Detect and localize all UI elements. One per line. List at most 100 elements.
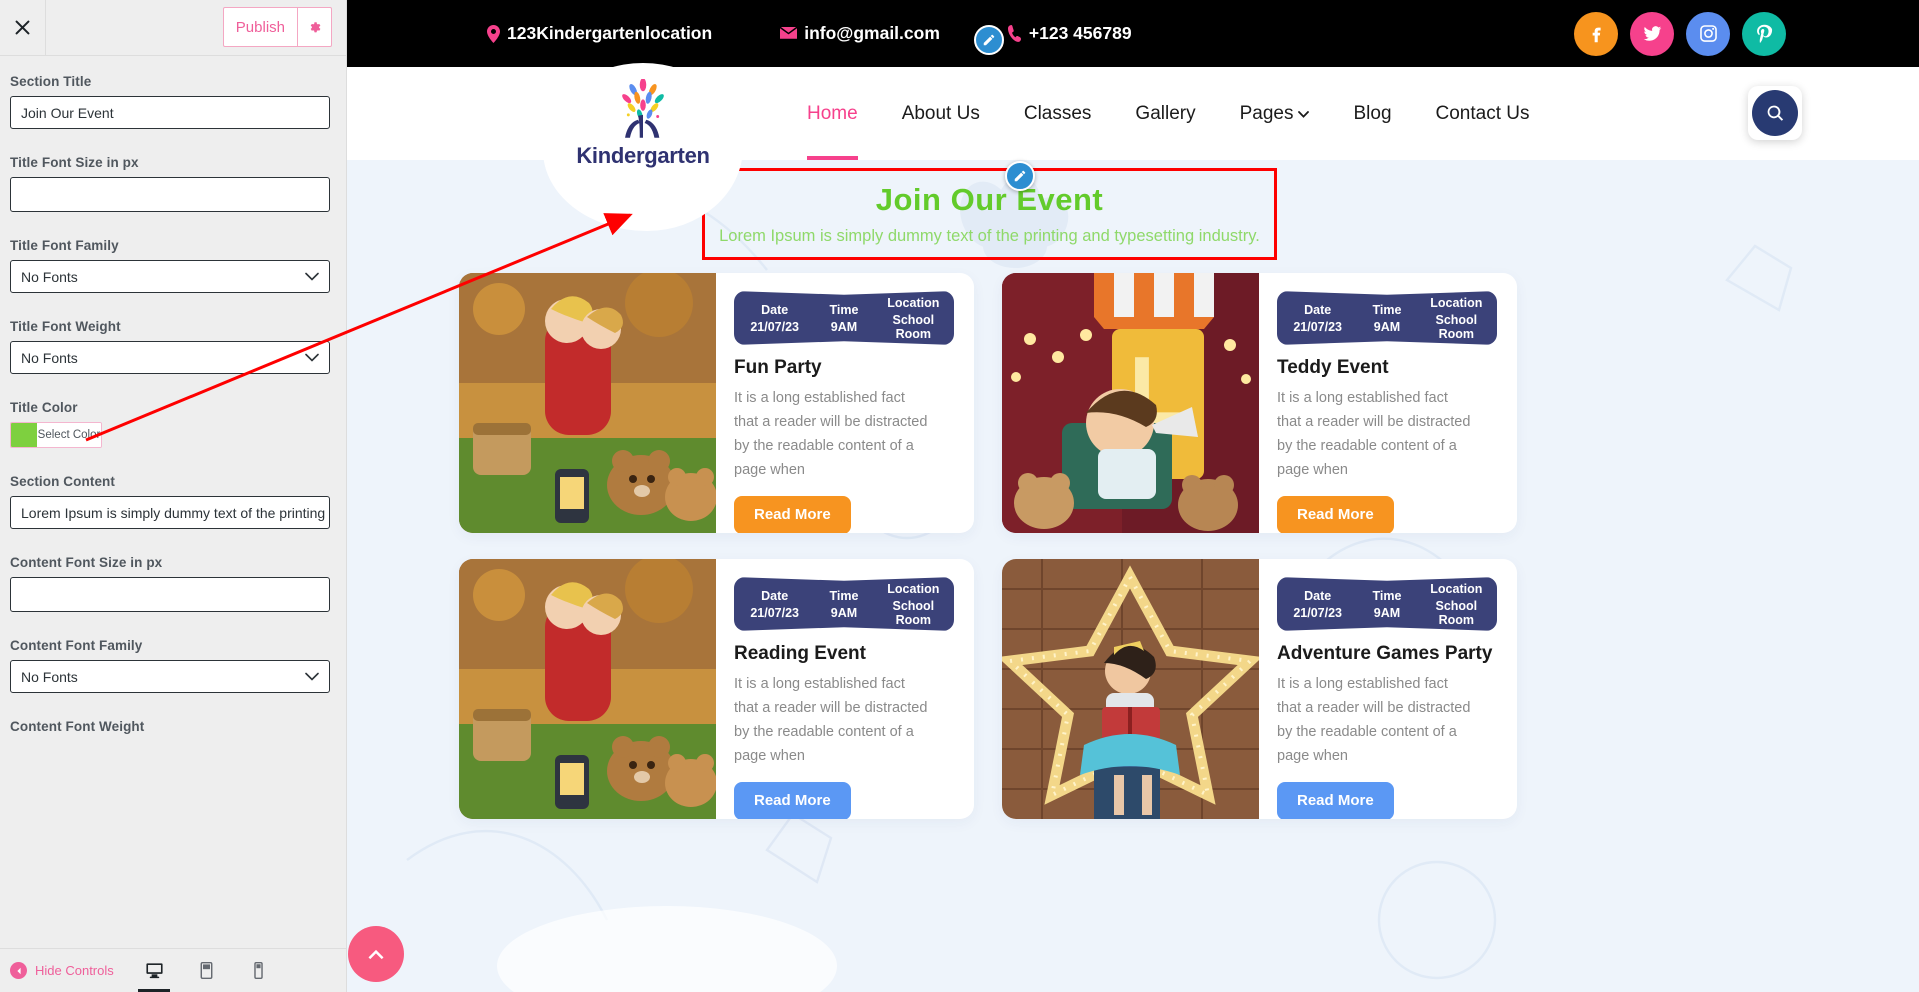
- nav-label: Classes: [1023, 102, 1092, 124]
- title-font-size-input[interactable]: [10, 177, 330, 212]
- twitter-icon[interactable]: [1630, 11, 1674, 56]
- device-preview-switcher: [138, 949, 274, 992]
- content-font-size-input[interactable]: [10, 577, 330, 612]
- edit-pencil-icon-nav[interactable]: [1005, 161, 1035, 191]
- read-more-button[interactable]: Read More: [1277, 781, 1394, 819]
- event-card[interactable]: L Date 21/07/23 Time 9AM Location School…: [1002, 273, 1517, 533]
- nav-item-pages[interactable]: Pages: [1218, 67, 1332, 160]
- instagram-icon[interactable]: [1686, 11, 1730, 56]
- customizer-controls-list: Section Title Join Our Event Title Font …: [0, 56, 346, 948]
- chevron-down-icon: [1298, 107, 1310, 121]
- event-card-title: Fun Party: [734, 357, 822, 378]
- pinterest-icon[interactable]: [1742, 11, 1786, 56]
- section-heading-highlight: Join Our Event Lorem Ipsum is simply dum…: [702, 168, 1277, 260]
- close-icon[interactable]: [0, 0, 46, 55]
- event-card-text: It is a long established fact that a rea…: [734, 390, 928, 478]
- nav-item-classes[interactable]: Classes: [1002, 67, 1114, 160]
- topbar-phone[interactable]: +123 456789: [1007, 23, 1132, 44]
- nav-item-blog[interactable]: Blog: [1331, 67, 1413, 160]
- section-subtitle: Lorem Ipsum is simply dummy text of the …: [719, 227, 1260, 245]
- badge-time-label: Time: [1372, 302, 1402, 317]
- control-content-font-family: Content Font Family No Fonts: [10, 638, 336, 693]
- badge-date-value: 21/07/23: [1293, 319, 1342, 334]
- customizer-panel: Publish Section Title Join Our Event Tit…: [0, 0, 347, 992]
- nav-item-about-us[interactable]: About Us: [880, 67, 1002, 160]
- event-badge: Date 21/07/23 Time 9AM Location School R…: [1277, 291, 1497, 345]
- badge-location-label: Location: [1430, 581, 1483, 596]
- event-card-body: Date 21/07/23 Time 9AM Location School R…: [716, 273, 974, 533]
- customizer-topbar: Publish: [0, 0, 346, 56]
- select-value: No Fonts: [21, 349, 78, 366]
- map-pin-icon: [487, 24, 500, 43]
- title-font-family-select[interactable]: No Fonts: [10, 260, 330, 293]
- publish-button[interactable]: Publish: [222, 7, 298, 47]
- site-logo-text: Kindergarten: [576, 143, 710, 168]
- gear-icon[interactable]: [298, 7, 332, 47]
- badge-date-value: 21/07/23: [750, 605, 799, 620]
- event-card-body: Date 21/07/23 Time 9AM Location School R…: [716, 559, 974, 819]
- event-card-text: It is a long established fact that a rea…: [1277, 676, 1471, 764]
- select-value: No Fonts: [21, 668, 78, 685]
- read-more-button[interactable]: Read More: [734, 781, 851, 819]
- content-font-family-select[interactable]: No Fonts: [10, 660, 330, 693]
- back-to-top-button[interactable]: [348, 926, 404, 982]
- event-badge: Date 21/07/23 Time 9AM Location School R…: [1277, 577, 1497, 631]
- badge-time-label: Time: [829, 302, 859, 317]
- badge-location-label: Location: [1430, 295, 1483, 310]
- badge-time: Time 9AM: [809, 589, 878, 620]
- mobile-icon[interactable]: [242, 949, 274, 992]
- publish-group: Publish: [222, 7, 332, 47]
- badge-time-value: 9AM: [830, 319, 858, 334]
- edit-pencil-icon-topbar[interactable]: [974, 25, 1004, 55]
- section-title-input[interactable]: Join Our Event: [10, 96, 330, 129]
- badge-location-value: School Room: [1435, 598, 1478, 627]
- nav-item-contact-us[interactable]: Contact Us: [1414, 67, 1552, 160]
- badge-date: Date 21/07/23: [740, 589, 809, 620]
- read-more-button[interactable]: Read More: [1277, 495, 1394, 533]
- nav-label: Contact Us: [1435, 102, 1530, 124]
- badge-location: Location School Room: [1422, 582, 1491, 627]
- badge-date-label: Date: [1304, 588, 1332, 603]
- event-card[interactable]: Date 21/07/23 Time 9AM Location School R…: [459, 559, 974, 819]
- badge-time-value: 9AM: [830, 605, 858, 620]
- event-card[interactable]: Date 21/07/23 Time 9AM Location School R…: [459, 273, 974, 533]
- nav-label: Gallery: [1135, 102, 1196, 124]
- tree-logo-icon: [622, 79, 664, 138]
- badge-location-value: School Room: [1435, 312, 1478, 341]
- tablet-icon[interactable]: [190, 949, 222, 992]
- facebook-icon[interactable]: [1574, 11, 1618, 56]
- badge-time-label: Time: [1372, 588, 1402, 603]
- search-button[interactable]: [1748, 86, 1802, 140]
- control-title-color: Title Color Select Color: [10, 400, 336, 448]
- badge-location-label: Location: [887, 581, 940, 596]
- badge-date: Date 21/07/23: [1283, 589, 1352, 620]
- control-label: Content Font Size in px: [10, 555, 163, 570]
- hide-controls-button[interactable]: Hide Controls: [10, 962, 114, 979]
- site-preview-frame: 123Kindergartenlocation info@gmail.com +…: [347, 0, 1919, 992]
- topbar-phone-label: +123 456789: [1028, 23, 1132, 43]
- nav-label: Blog: [1353, 102, 1392, 124]
- nav-item-home[interactable]: Home: [785, 67, 880, 160]
- topbar-email[interactable]: info@gmail.com: [780, 23, 940, 44]
- hide-controls-label: Hide Controls: [35, 963, 114, 978]
- topbar-location[interactable]: 123Kindergartenlocation: [487, 23, 712, 44]
- event-card[interactable]: Date 21/07/23 Time 9AM Location School R…: [1002, 559, 1517, 819]
- events-card-grid: Date 21/07/23 Time 9AM Location School R…: [459, 273, 1802, 819]
- read-more-button[interactable]: Read More: [734, 495, 851, 533]
- event-card-text: It is a long established fact that a rea…: [734, 676, 928, 764]
- select-color-button[interactable]: Select Color: [37, 423, 101, 447]
- title-font-weight-select[interactable]: No Fonts: [10, 341, 330, 374]
- social-links: [1574, 0, 1786, 67]
- page-content: Join Our Event Lorem Ipsum is simply dum…: [347, 160, 1919, 992]
- site-logo[interactable]: Kindergarten: [543, 63, 743, 231]
- section-content-input[interactable]: Lorem Ipsum is simply dummy text of the …: [10, 496, 330, 529]
- control-label: Content Font Family: [10, 638, 143, 653]
- event-card-image: [459, 559, 716, 819]
- desktop-icon[interactable]: [138, 949, 170, 992]
- event-card-body: Date 21/07/23 Time 9AM Location School R…: [1259, 559, 1517, 819]
- title-color-picker[interactable]: Select Color: [10, 422, 102, 448]
- event-card-title: Adventure Games Party: [1277, 643, 1493, 664]
- nav-item-gallery[interactable]: Gallery: [1113, 67, 1217, 160]
- badge-location-value: School Room: [892, 598, 935, 627]
- chevron-down-icon: [305, 270, 319, 284]
